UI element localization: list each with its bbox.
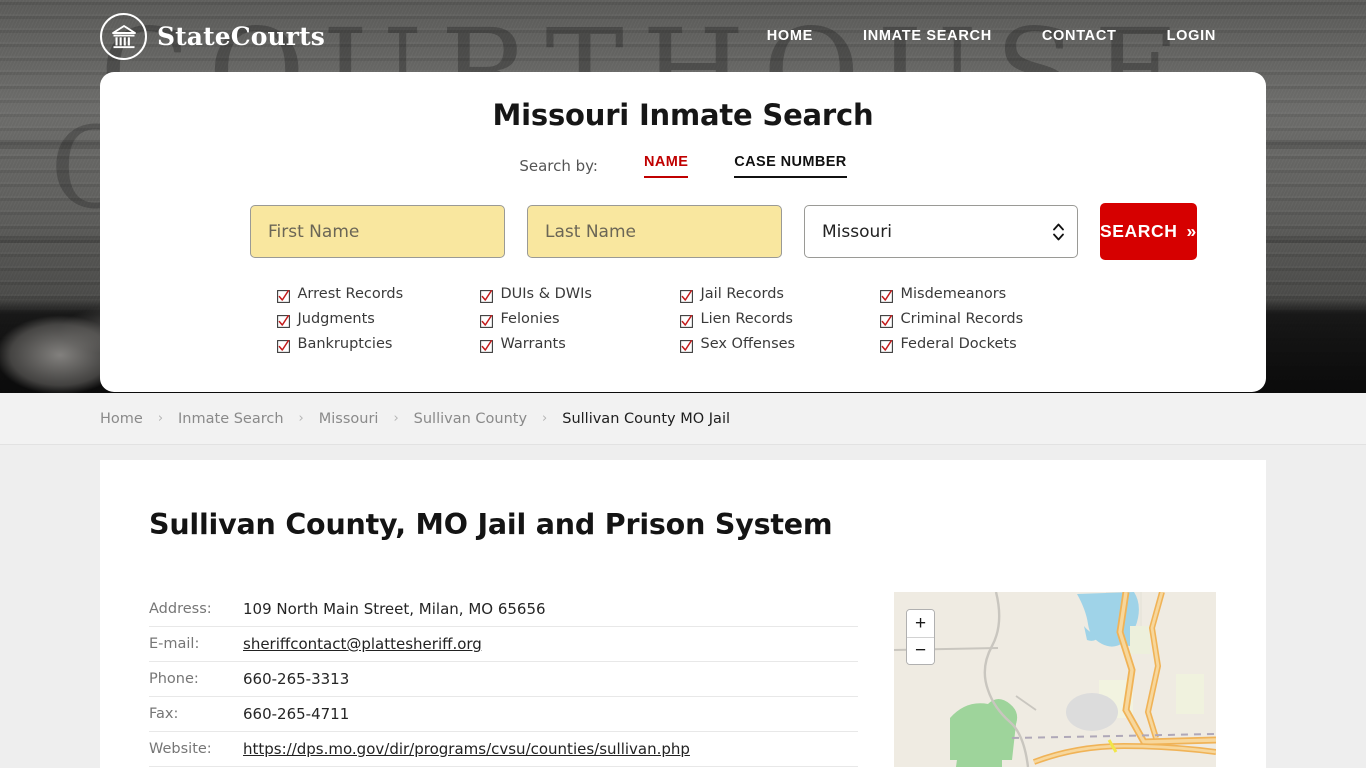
info-row: Phone: 660-265-3313 — [149, 662, 858, 697]
checkbox-bankruptcies[interactable]: Bankruptcies — [276, 336, 480, 353]
checkmark-icon — [479, 338, 493, 353]
checkbox-label: Bankruptcies — [297, 336, 393, 352]
breadcrumb-separator-icon: › — [298, 411, 304, 426]
search-form-row: Missouri SEARCH » — [100, 203, 1266, 260]
search-by-row: Search by: NAME CASE NUMBER — [100, 154, 1266, 178]
top-navigation-bar: StateCourts HOME INMATE SEARCH CONTACT L… — [0, 0, 1366, 72]
checkbox-label: Jail Records — [700, 286, 784, 302]
double-chevron-right-icon: » — [1186, 221, 1197, 241]
checkbox-sex-offenses[interactable]: Sex Offenses — [679, 336, 880, 353]
main-nav: HOME INMATE SEARCH CONTACT LOGIN — [767, 28, 1216, 44]
courthouse-circle-icon — [100, 12, 147, 60]
search-by-label: Search by: — [519, 157, 598, 175]
map-zoom-controls: + − — [906, 609, 935, 665]
checkbox-label: Federal Dockets — [900, 336, 1017, 352]
info-row: Address: 109 North Main Street, Milan, MO… — [149, 592, 858, 627]
breadcrumb-item-inmate-search[interactable]: Inmate Search — [178, 411, 284, 427]
info-label: E-mail: — [149, 636, 200, 652]
checkbox-label: Sex Offenses — [700, 336, 796, 352]
checkbox-label: Criminal Records — [900, 311, 1024, 327]
nav-item-login[interactable]: LOGIN — [1167, 28, 1216, 44]
info-value: 660-265-3313 — [243, 670, 350, 688]
info-value[interactable]: sheriffcontact@plattesheriff.org — [243, 635, 482, 653]
checkbox-judgments[interactable]: Judgments — [276, 311, 480, 328]
breadcrumb-item-sullivan-county-mo-jail: Sullivan County MO Jail — [562, 410, 730, 427]
map-zoom-out-button[interactable]: − — [907, 637, 934, 664]
brand-name: StateCourts — [157, 21, 325, 51]
state-select-value: Missouri — [822, 221, 892, 242]
checkbox-label: Judgments — [297, 311, 375, 327]
checkbox-label: Lien Records — [700, 311, 793, 327]
info-label: Website: — [149, 741, 212, 757]
checkmark-icon — [276, 288, 290, 303]
breadcrumb-separator-icon: › — [393, 411, 399, 426]
checkbox-arrest-records[interactable]: Arrest Records — [276, 286, 480, 303]
checkmark-icon — [276, 313, 290, 328]
state-select[interactable]: Missouri — [804, 205, 1078, 258]
breadcrumb-separator-icon: › — [157, 411, 164, 426]
first-name-input[interactable] — [250, 205, 505, 258]
checkbox-jail-records[interactable]: Jail Records — [679, 286, 880, 303]
state-select-wrapper: Missouri — [804, 205, 1078, 258]
checkmark-icon — [479, 313, 493, 328]
breadcrumb: Home › Inmate Search › Missouri › Sullivan Cou… — [0, 393, 1366, 445]
detail-body: Address: 109 North Main Street, Milan, MO… — [149, 592, 1217, 767]
checkbox-misdemeanors[interactable]: Misdemeanors — [879, 286, 1100, 303]
checkbox-criminal-records[interactable]: Criminal Records — [879, 311, 1100, 328]
info-row: Website: https://dps.mo.gov/dir/programs/… — [149, 732, 858, 767]
checkmark-icon — [679, 313, 693, 328]
checkbox-warrants[interactable]: Warrants — [479, 336, 680, 353]
search-button-label: SEARCH — [1100, 221, 1178, 241]
checkbox-label: Arrest Records — [297, 286, 404, 302]
facility-info-table: Address: 109 North Main Street, Milan, MO… — [149, 592, 858, 767]
info-row: E-mail: sheriffcontact@plattesheriff.org — [149, 627, 858, 662]
breadcrumb-item-home[interactable]: Home — [100, 411, 143, 427]
checkmark-icon — [879, 338, 893, 353]
tab-search-by-case-number[interactable]: CASE NUMBER — [734, 154, 847, 178]
breadcrumb-item-missouri[interactable]: Missouri — [319, 411, 379, 427]
checkmark-icon — [679, 288, 693, 303]
checkbox-duis-dwis[interactable]: DUIs & DWIs — [479, 286, 680, 303]
info-value[interactable]: https://dps.mo.gov/dir/programs/cvsu/cou… — [243, 740, 690, 758]
checkmark-icon — [879, 313, 893, 328]
builtup-area — [1066, 693, 1118, 731]
facility-detail-card: Sullivan County, MO Jail and Prison Syst… — [100, 460, 1266, 768]
checkmark-icon — [879, 288, 893, 303]
inmate-search-card: Missouri Inmate Search Search by: NAME C… — [100, 72, 1266, 392]
checkmark-icon — [276, 338, 290, 353]
checkbox-label: Felonies — [500, 311, 560, 327]
info-value: 660-265-4711 — [243, 705, 350, 723]
tab-search-by-name[interactable]: NAME — [644, 154, 689, 178]
info-value: 109 North Main Street, Milan, MO 65656 — [243, 600, 546, 618]
breadcrumb-item-sullivan-county[interactable]: Sullivan County — [414, 411, 527, 427]
search-card-title: Missouri Inmate Search — [492, 98, 874, 132]
info-label: Phone: — [149, 671, 199, 687]
checkbox-lien-records[interactable]: Lien Records — [679, 311, 880, 328]
checkbox-federal-dockets[interactable]: Federal Dockets — [879, 336, 1100, 353]
location-map[interactable]: + − — [894, 592, 1216, 767]
info-label: Fax: — [149, 706, 179, 722]
info-row: Fax: 660-265-4711 — [149, 697, 858, 732]
checkbox-label: Warrants — [500, 336, 566, 352]
nav-item-inmate-search[interactable]: INMATE SEARCH — [863, 28, 992, 44]
map-zoom-in-button[interactable]: + — [907, 610, 934, 637]
map-tiles — [894, 592, 1216, 767]
record-type-checkbox-grid: Arrest Records DUIs & DWIs Jail Records Mis… — [100, 286, 1266, 353]
checkbox-label: DUIs & DWIs — [500, 286, 592, 302]
nav-item-home[interactable]: HOME — [767, 28, 813, 44]
breadcrumb-separator-icon: › — [542, 411, 548, 426]
checkmark-icon — [479, 288, 493, 303]
brand-logo[interactable]: StateCourts — [100, 12, 325, 60]
checkbox-label: Misdemeanors — [900, 286, 1007, 302]
search-button[interactable]: SEARCH » — [1100, 203, 1197, 260]
last-name-input[interactable] — [527, 205, 782, 258]
checkbox-felonies[interactable]: Felonies — [479, 311, 680, 328]
nav-item-contact[interactable]: CONTACT — [1042, 28, 1117, 44]
page-title: Sullivan County, MO Jail and Prison Syst… — [149, 508, 833, 541]
checkmark-icon — [679, 338, 693, 353]
info-label: Address: — [149, 601, 212, 617]
